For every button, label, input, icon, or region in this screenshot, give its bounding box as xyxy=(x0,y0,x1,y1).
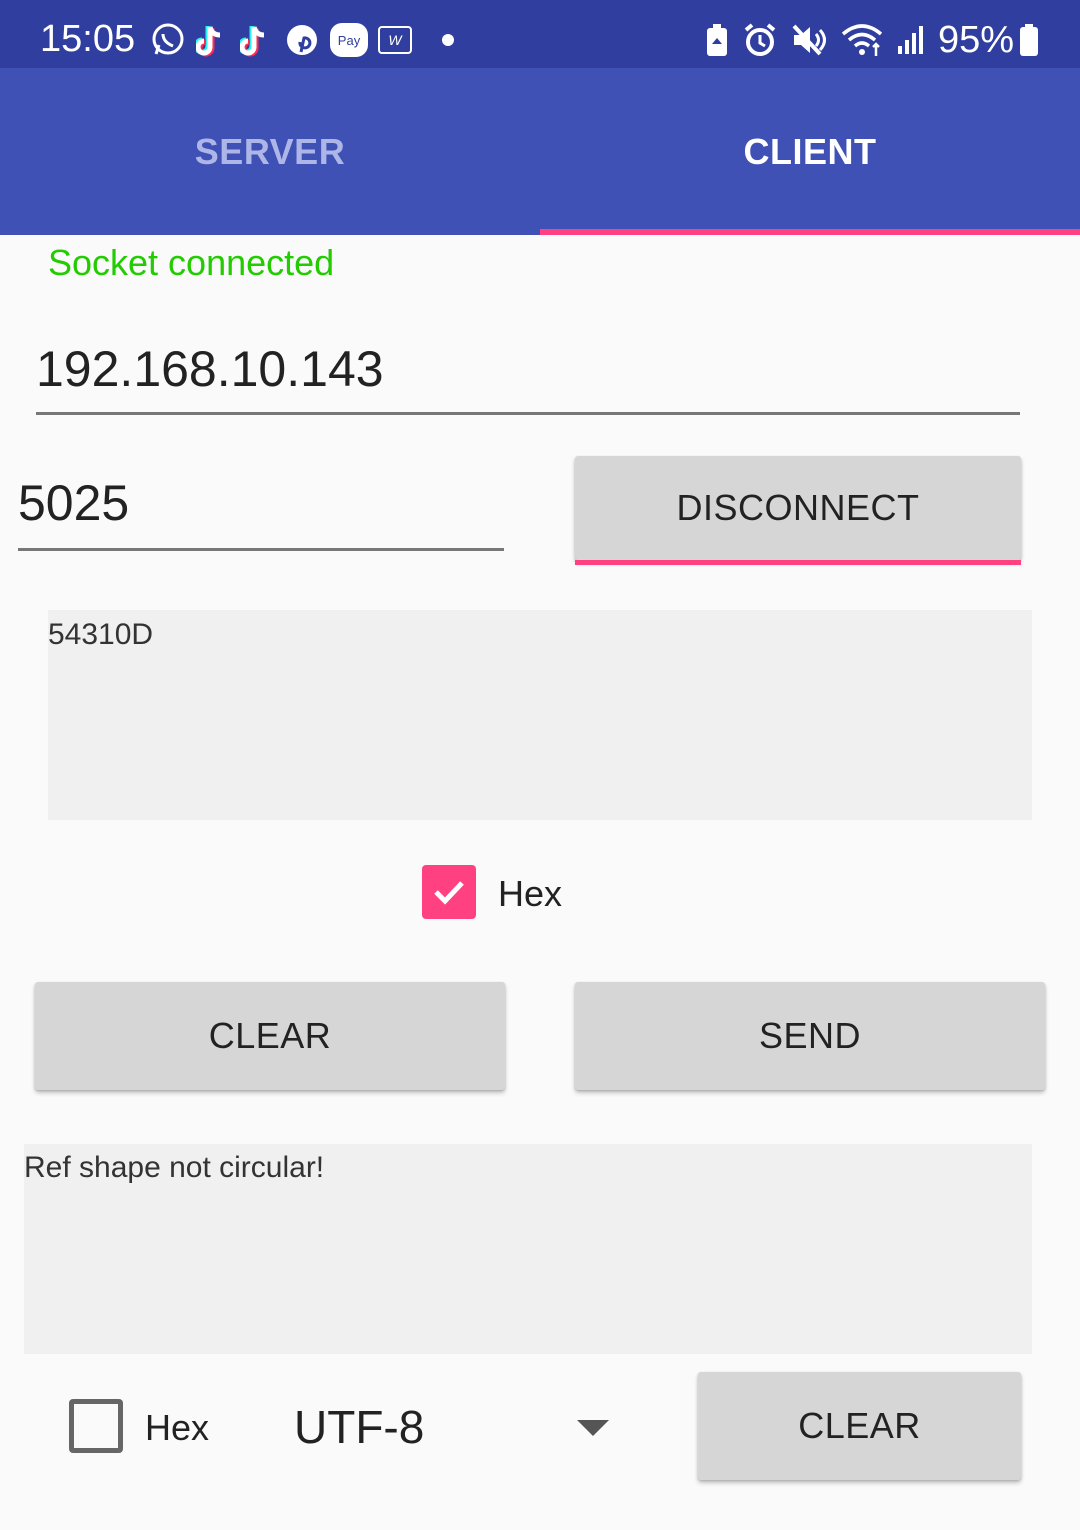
disconnect-button-underline xyxy=(575,560,1021,565)
clear-send-button[interactable]: CLEAR xyxy=(35,982,505,1090)
whatsapp-icon xyxy=(152,23,184,55)
w-app-icon: W xyxy=(378,26,412,54)
send-button[interactable]: SEND xyxy=(575,982,1045,1090)
clear-receive-button[interactable]: CLEAR xyxy=(698,1372,1021,1480)
dot-icon xyxy=(442,34,454,46)
pinterest-icon xyxy=(287,25,317,55)
battery-percentage: 95% xyxy=(937,18,1014,61)
signal-icon xyxy=(897,26,923,54)
send-message-input[interactable]: 54310D xyxy=(48,610,1032,820)
mute-icon xyxy=(792,24,826,56)
dropdown-arrow-icon[interactable] xyxy=(577,1420,609,1436)
pay-icon: Pay xyxy=(330,23,368,57)
receive-hex-label: Hex xyxy=(145,1407,210,1448)
tiktok-icon xyxy=(196,26,221,57)
send-hex-checkbox[interactable] xyxy=(422,865,476,919)
tab-client[interactable]: CLIENT xyxy=(540,68,1080,235)
send-hex-label: Hex xyxy=(498,873,563,914)
notification-icons: Pay W xyxy=(150,20,460,60)
disconnect-button[interactable]: DISCONNECT xyxy=(575,456,1021,560)
battery-saver-icon xyxy=(706,24,727,56)
port-input[interactable]: 5025 xyxy=(18,474,504,551)
system-icons: 95% xyxy=(704,18,1040,61)
checkmark-icon xyxy=(434,881,464,905)
ip-address-input[interactable]: 192.168.10.143 xyxy=(36,340,1020,415)
wifi-icon xyxy=(841,24,883,56)
connection-status: Socket connected xyxy=(48,242,335,283)
receive-hex-checkbox[interactable] xyxy=(69,1399,123,1453)
tab-indicator xyxy=(540,229,1080,235)
encoding-select[interactable]: UTF-8 xyxy=(294,1400,424,1454)
battery-icon xyxy=(1020,24,1038,56)
received-messages-box: Ref shape not circular! xyxy=(24,1144,1032,1354)
tiktok-icon xyxy=(240,26,265,57)
tab-server[interactable]: SERVER xyxy=(0,68,540,235)
status-time: 15:05 xyxy=(40,18,136,60)
alarm-icon xyxy=(744,23,776,56)
